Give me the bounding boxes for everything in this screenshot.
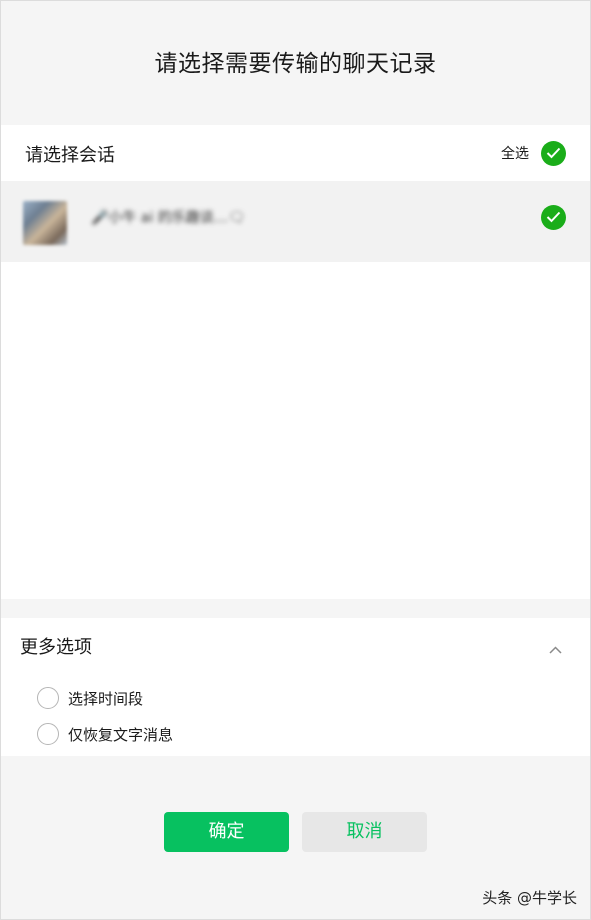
select-all-toggle[interactable]: 全选	[501, 139, 566, 167]
chat-name: 🎤小牛 ai 的乐趣谈…🗨	[91, 210, 246, 226]
radio-button[interactable]	[37, 723, 59, 745]
confirm-button[interactable]: 确定	[164, 812, 289, 852]
check-circle-icon[interactable]	[541, 205, 566, 230]
list-item[interactable]: 🎤小牛 ai 的乐趣谈…🗨	[1, 181, 590, 262]
cancel-button[interactable]: 取消	[302, 812, 427, 852]
session-header: 请选择会话 全选	[1, 125, 590, 181]
radio-button[interactable]	[37, 687, 59, 709]
more-options-panel: 更多选项 选择时间段 仅恢复文字消息	[1, 618, 590, 756]
option-time-range[interactable]: 选择时间段	[37, 686, 143, 710]
watermark: 头条 @牛学长	[482, 889, 577, 907]
session-list: 🎤小牛 ai 的乐趣谈…🗨	[1, 181, 590, 599]
chevron-up-icon[interactable]	[549, 639, 562, 658]
option-label: 选择时间段	[68, 689, 144, 708]
dialog-title: 请选择需要传输的聊天记录	[154, 51, 437, 77]
option-label: 仅恢复文字消息	[68, 725, 174, 744]
more-options-header: 更多选项	[20, 637, 92, 658]
select-all-label: 全选	[501, 146, 529, 162]
option-text-only[interactable]: 仅恢复文字消息	[37, 722, 173, 746]
session-header-label: 请选择会话	[25, 145, 115, 166]
avatar	[23, 201, 67, 245]
section-divider	[1, 599, 590, 618]
check-circle-icon[interactable]	[541, 140, 566, 166]
